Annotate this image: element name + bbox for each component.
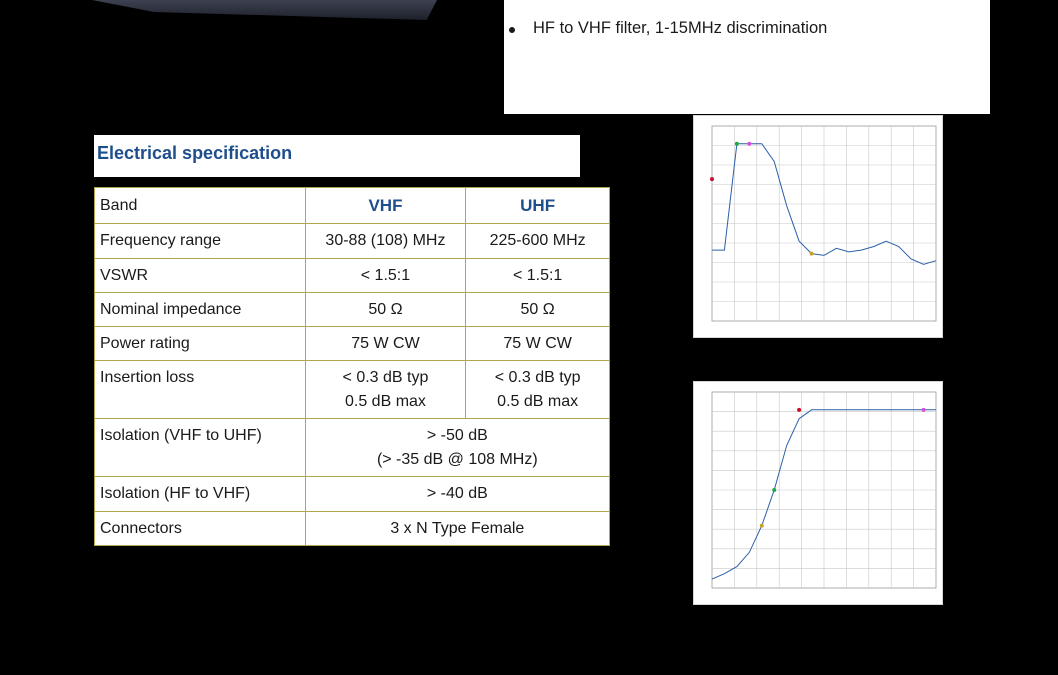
cell-vhf: 50 Ω (304, 292, 467, 327)
cell-uhf: 225-600 MHz (465, 223, 610, 259)
cell-vhf: 30-88 (108) MHz (304, 223, 467, 259)
cell-line: 0.5 dB max (344, 392, 426, 410)
header-band: Band (94, 187, 306, 224)
table-row: Isolation (VHF to UHF) > -50 dB (> -35 d… (94, 418, 611, 477)
table-row: Frequency range 30-88 (108) MHz 225-600 … (94, 223, 610, 259)
feature-bullet: HF to VHF filter, 1-15MHz discrimination (508, 19, 828, 37)
row-label: Frequency range (94, 223, 306, 259)
device-photo (92, 0, 437, 20)
marker-green (772, 488, 777, 492)
feature-list-panel: HF to VHF filter, 1-15MHz discrimination (504, 0, 990, 114)
cell-vhf: 75 W CW (304, 326, 467, 361)
marker-red (797, 407, 802, 412)
cell-line: < 0.3 dB typ (494, 368, 581, 386)
header-uhf: UHF (465, 187, 610, 224)
row-label: Connectors (94, 511, 306, 546)
row-label: Nominal impedance (94, 292, 306, 327)
marker-magenta (921, 407, 926, 412)
cell-vhf: < 0.3 dB typ 0.5 dB max (304, 360, 467, 419)
cell-vhf: < 1.5:1 (304, 258, 467, 293)
response-chart-uhf (693, 381, 943, 605)
cell-uhf: 75 W CW (465, 326, 610, 361)
table-row: Nominal impedance 50 Ω 50 Ω (94, 292, 610, 327)
table-row: Isolation (HF to VHF) > -40 dB (94, 476, 611, 512)
row-label: Power rating (94, 326, 306, 361)
marker-red (710, 177, 714, 182)
header-vhf: VHF (304, 187, 467, 224)
table-row: Insertion loss < 0.3 dB typ 0.5 dB max <… (94, 360, 610, 419)
chart-svg (710, 125, 937, 322)
cell-line: (> -35 dB @ 108 MHz) (376, 450, 538, 468)
cell-both: 3 x N Type Female (304, 511, 611, 546)
electrical-spec-table: Band VHF UHF Frequency range 30-88 (108)… (94, 187, 611, 546)
table-row: Band VHF UHF (94, 187, 610, 224)
spec-heading-panel: Electrical specification (94, 135, 580, 177)
cell-line: < 0.3 dB typ (342, 368, 429, 386)
row-label: VSWR (94, 258, 306, 293)
response-chart-vhf (693, 115, 943, 338)
cell-uhf: 50 Ω (465, 292, 610, 327)
table-row: Connectors 3 x N Type Female (94, 511, 611, 546)
marker-yellow (759, 523, 764, 528)
row-label: Insertion loss (94, 360, 306, 419)
row-label: Isolation (HF to VHF) (94, 476, 306, 512)
cell-uhf: < 0.3 dB typ 0.5 dB max (465, 360, 610, 419)
marker-magenta (747, 141, 752, 146)
marker-green (734, 141, 739, 146)
cell-uhf: < 1.5:1 (465, 258, 610, 293)
cell-both: > -50 dB (> -35 dB @ 108 MHz) (304, 418, 611, 477)
spec-title: Electrical specification (97, 143, 293, 163)
table-row: VSWR < 1.5:1 < 1.5:1 (94, 258, 610, 293)
row-label: Isolation (VHF to UHF) (94, 418, 306, 477)
cell-line: > -50 dB (426, 426, 488, 444)
marker-yellow (809, 251, 814, 256)
chart-svg (711, 391, 937, 589)
cell-line: 0.5 dB max (497, 392, 579, 410)
table-row: Power rating 75 W CW 75 W CW (94, 326, 610, 361)
cell-both: > -40 dB (304, 476, 611, 512)
